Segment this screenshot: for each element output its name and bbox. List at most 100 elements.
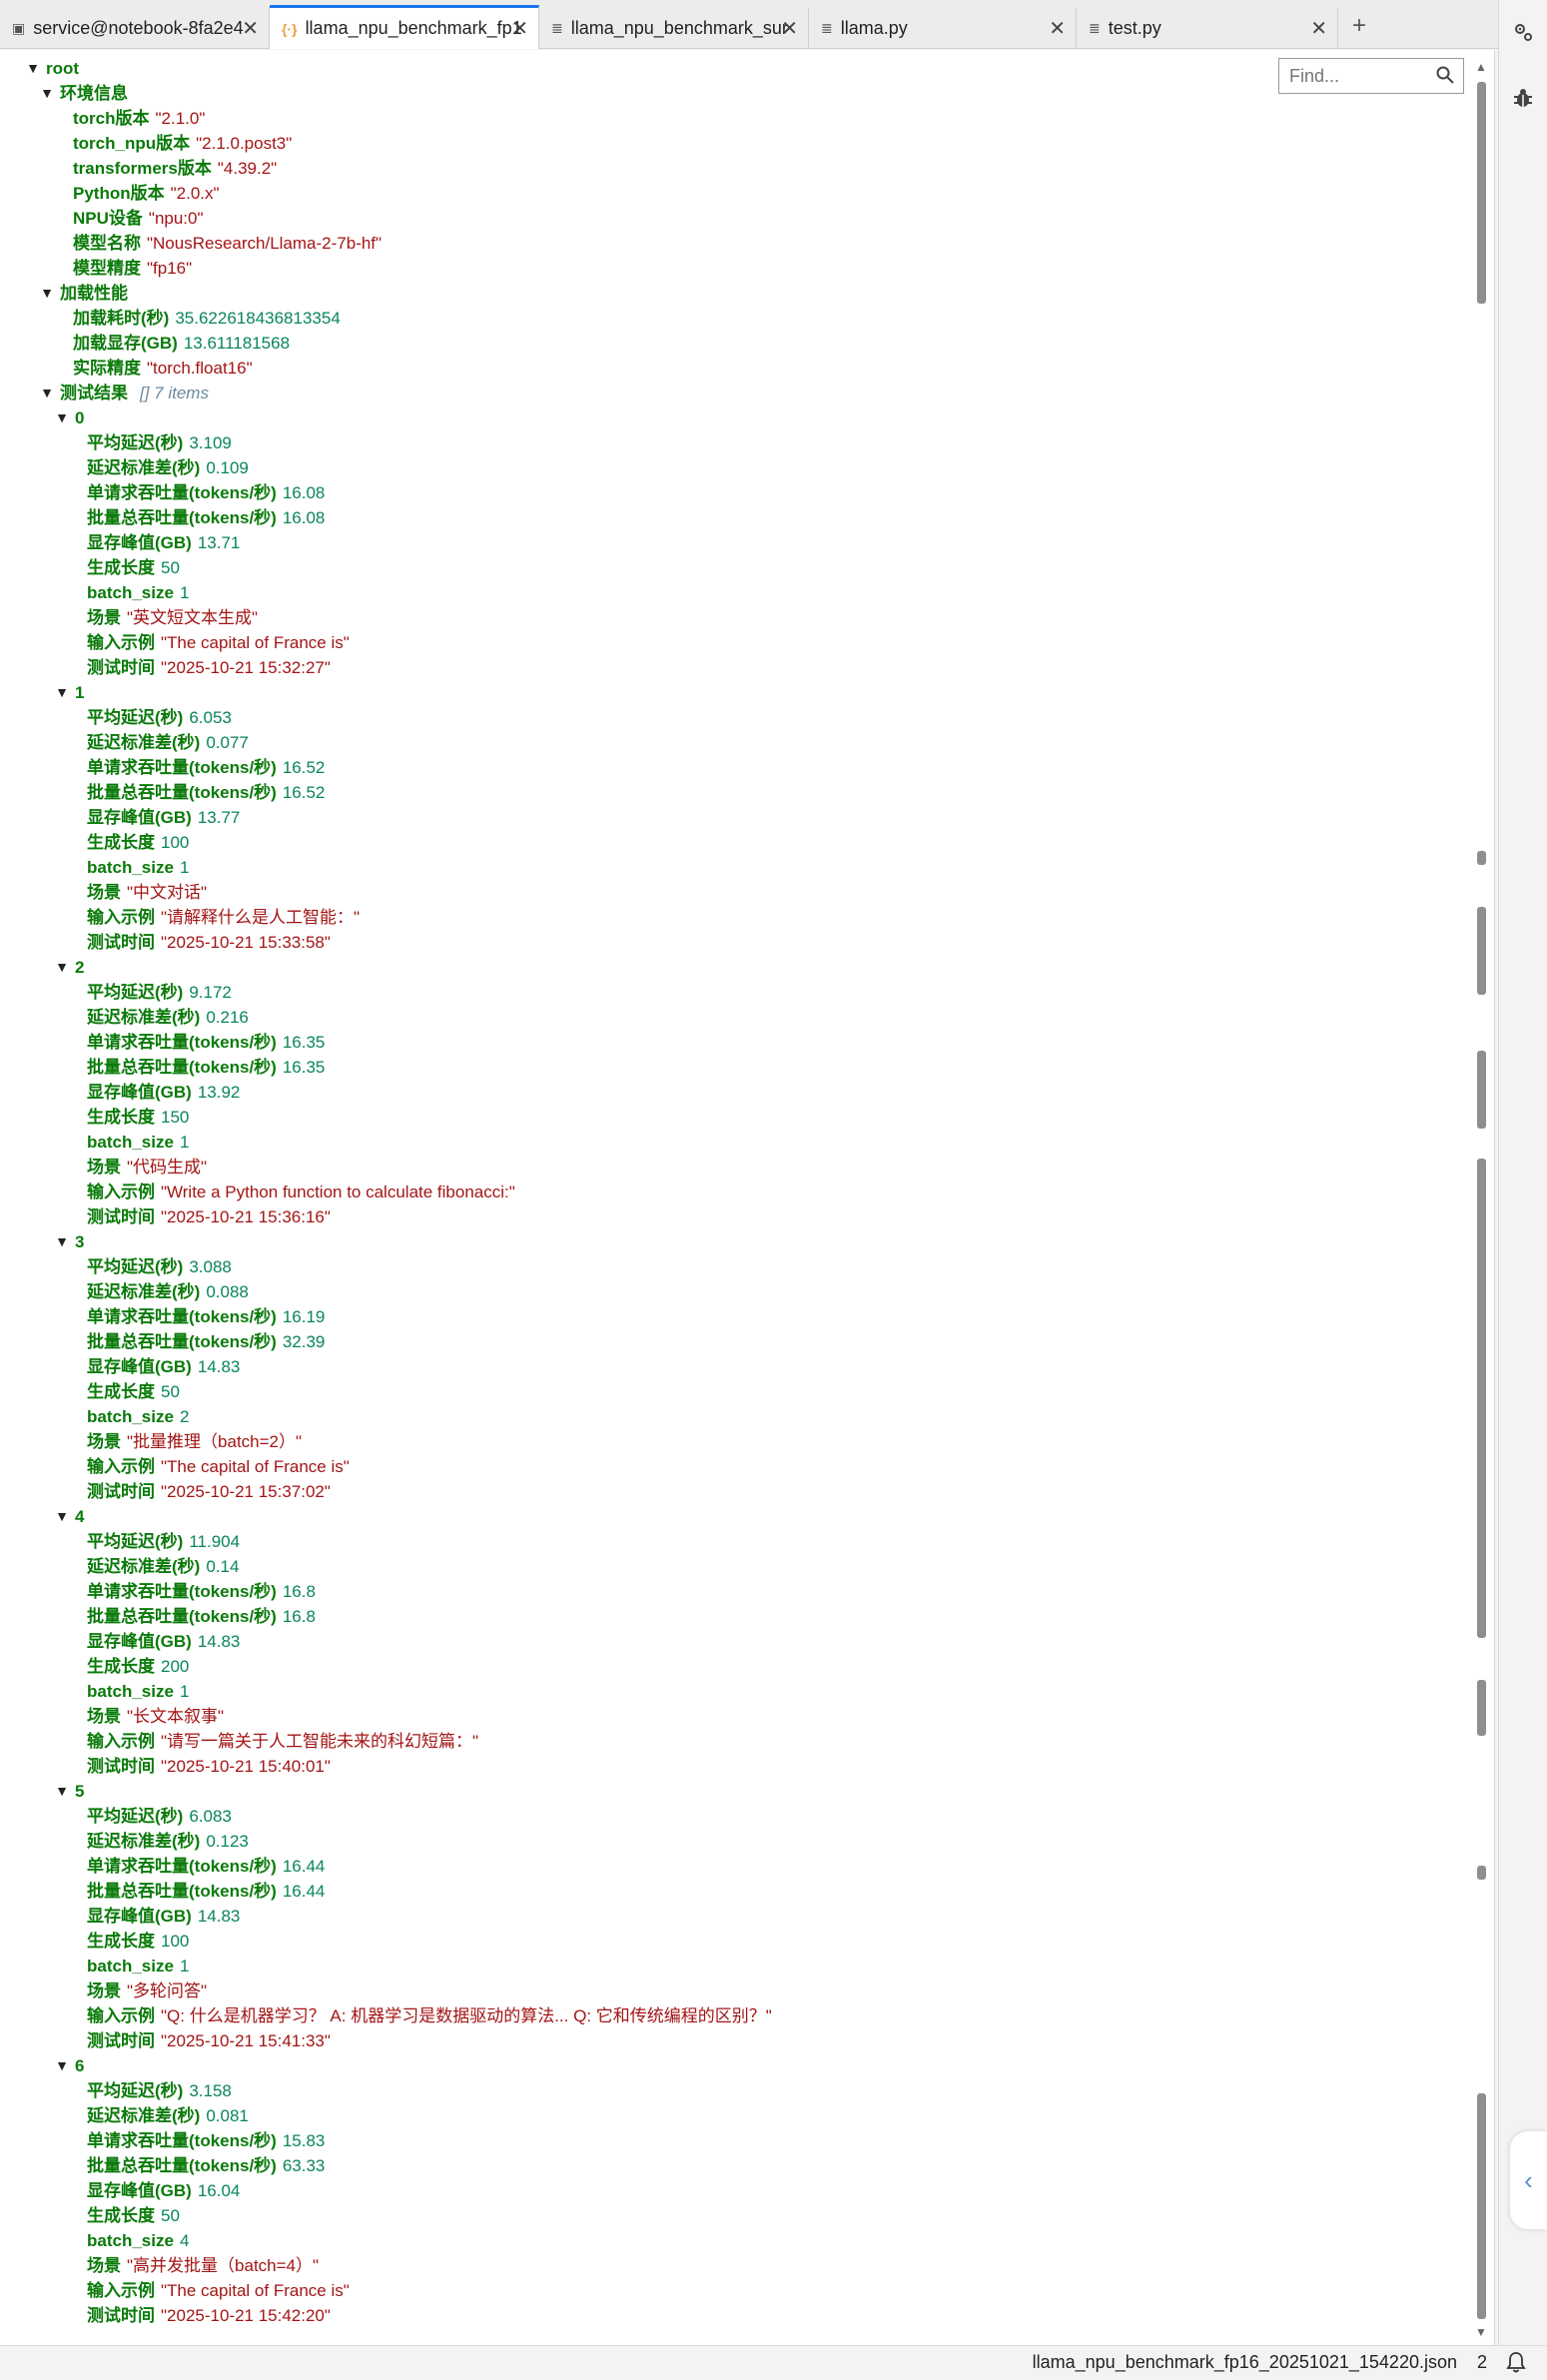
tree-row: 输入示例 "The capital of France is"	[0, 2278, 1458, 2303]
scrollbar-marker	[1477, 1051, 1486, 1129]
json-key: 显存峰值(GB)	[87, 1907, 192, 1926]
expand-caret-icon[interactable]: ▼	[40, 81, 54, 106]
search-icon[interactable]	[1435, 65, 1455, 85]
json-key: 模型精度	[73, 259, 141, 278]
json-string-value: "2025-10-21 15:36:16"	[161, 1207, 331, 1226]
tree-node-result-item[interactable]: ▼ 4	[0, 1504, 1458, 1529]
tree-row: torch_npu版本 "2.1.0.post3"	[0, 131, 1458, 156]
json-string-value: "torch.float16"	[147, 359, 253, 378]
tree-row: 单请求吞吐量(tokens/秒) 16.44	[0, 1854, 1458, 1879]
debug-bug-icon[interactable]	[1511, 86, 1535, 110]
tree-node-env[interactable]: ▼ 环境信息	[0, 81, 1458, 106]
tab-llama-py[interactable]: ≣ llama.py ✕	[809, 8, 1077, 48]
find-input[interactable]	[1287, 64, 1431, 88]
tree-row: 生成长度 100	[0, 1929, 1458, 1954]
tree-row: 延迟标准差(秒) 0.088	[0, 1279, 1458, 1304]
tree-node-root[interactable]: ▼ root	[0, 56, 1458, 81]
tree-row: 输入示例 "请解释什么是人工智能："	[0, 905, 1458, 930]
json-string-value: "2.1.0"	[155, 109, 206, 128]
json-number-value: 0.123	[206, 1832, 249, 1851]
tab-terminal[interactable]: ▣ service@notebook-8fa2e4 ✕	[0, 8, 270, 48]
tree-row: 输入示例 "The capital of France is"	[0, 1454, 1458, 1479]
tree-node-result-item[interactable]: ▼ 2	[0, 955, 1458, 980]
expand-caret-icon[interactable]: ▼	[40, 381, 54, 405]
tree-row: 显存峰值(GB) 16.04	[0, 2178, 1458, 2203]
json-key: 加载显存(GB)	[73, 334, 178, 353]
tree-row: 测试时间 "2025-10-21 15:42:20"	[0, 2303, 1458, 2328]
close-icon[interactable]: ✕	[1310, 16, 1327, 41]
json-key: 输入示例	[87, 1457, 155, 1476]
json-number-value: 16.08	[282, 483, 326, 502]
tree-node-result-item[interactable]: ▼ 0	[0, 405, 1458, 430]
close-icon[interactable]: ✕	[1049, 16, 1066, 41]
collapse-panel-chevron-icon[interactable]: ‹	[1510, 2131, 1547, 2229]
json-key: 环境信息	[60, 84, 128, 103]
tree-row: 生成长度 100	[0, 830, 1458, 855]
tab-test-py[interactable]: ≣ test.py ✕	[1077, 8, 1338, 48]
expand-caret-icon[interactable]: ▼	[40, 281, 54, 306]
scrollbar-thumb[interactable]	[1477, 82, 1486, 304]
tree-node-load[interactable]: ▼ 加载性能	[0, 281, 1458, 306]
json-string-value: "NousResearch/Llama-2-7b-hf"	[147, 234, 383, 253]
json-key: 生成长度	[87, 1108, 155, 1127]
tree-row: 显存峰值(GB) 14.83	[0, 1629, 1458, 1654]
json-number-value: 16.52	[282, 758, 326, 777]
json-key: 场景	[87, 2256, 121, 2275]
json-key: 显存峰值(GB)	[87, 533, 192, 552]
tab-label: test.py	[1108, 17, 1161, 38]
json-number-value: 13.611181568	[183, 334, 291, 353]
json-number-value: 15.83	[282, 2131, 326, 2150]
bell-icon[interactable]	[1505, 2351, 1527, 2373]
json-key: 批量总吞吐量(tokens/秒)	[87, 1607, 277, 1626]
expand-caret-icon[interactable]: ▼	[55, 2053, 69, 2078]
expand-caret-icon[interactable]: ▼	[55, 955, 69, 980]
json-key: transformers版本	[73, 159, 212, 178]
expand-caret-icon[interactable]: ▼	[26, 56, 40, 81]
tree-node-result-item[interactable]: ▼ 1	[0, 680, 1458, 705]
tree-row: 延迟标准差(秒) 0.14	[0, 1554, 1458, 1579]
scrollbar-marker	[1477, 1159, 1486, 1638]
json-number-value: 16.04	[197, 2181, 241, 2200]
tree-row: 延迟标准差(秒) 0.077	[0, 730, 1458, 755]
scroll-up-arrow-icon[interactable]: ▲	[1474, 60, 1488, 74]
tab-json-benchmark[interactable]: {·} llama_npu_benchmark_fp1 ✕	[270, 5, 539, 49]
expand-caret-icon[interactable]: ▼	[55, 1779, 69, 1804]
vertical-scrollbar[interactable]: ▲ ▼	[1474, 60, 1488, 2339]
tab-benchmark-summary[interactable]: ≣ llama_npu_benchmark_sur ✕	[539, 8, 809, 48]
json-key: 延迟标准差(秒)	[87, 733, 201, 752]
close-icon[interactable]: ✕	[511, 16, 528, 41]
tree-row: 实际精度 "torch.float16"	[0, 356, 1458, 381]
close-icon[interactable]: ✕	[781, 16, 798, 41]
tree-node-results[interactable]: ▼ 测试结果 [] 7 items	[0, 381, 1458, 405]
tree-node-result-item[interactable]: ▼ 6	[0, 2053, 1458, 2078]
json-key: 平均延迟(秒)	[87, 1257, 184, 1276]
json-string-value: "npu:0"	[148, 209, 204, 228]
expand-caret-icon[interactable]: ▼	[55, 405, 69, 430]
scrollbar-marker	[1477, 851, 1486, 865]
scroll-down-arrow-icon[interactable]: ▼	[1474, 2325, 1488, 2339]
json-number-value: 0.081	[206, 2106, 249, 2125]
json-number-value: 1	[179, 583, 190, 602]
json-key: batch_size	[87, 2231, 174, 2250]
tree-row: 单请求吞吐量(tokens/秒) 16.8	[0, 1579, 1458, 1604]
new-tab-button[interactable]: +	[1344, 8, 1374, 44]
json-number-value: 0.088	[206, 1282, 249, 1301]
tree-row: transformers版本 "4.39.2"	[0, 156, 1458, 181]
tree-row: 场景 "高并发批量（batch=4）"	[0, 2253, 1458, 2278]
settings-gear-icon[interactable]	[1511, 20, 1535, 44]
expand-caret-icon[interactable]: ▼	[55, 1229, 69, 1254]
json-key: 5	[75, 1782, 85, 1801]
json-tree: ▼ root ▼ 环境信息 torch版本 "2.1.0" torch_npu版本 "2.1.…	[0, 56, 1458, 2328]
find-box[interactable]	[1278, 58, 1464, 94]
json-number-value: 13.71	[197, 533, 241, 552]
json-key: 延迟标准差(秒)	[87, 2106, 201, 2125]
json-string-value: "2025-10-21 15:41:33"	[161, 2031, 331, 2050]
json-number-value: 14.83	[197, 1357, 241, 1376]
expand-caret-icon[interactable]: ▼	[55, 680, 69, 705]
tree-node-result-item[interactable]: ▼ 5	[0, 1779, 1458, 1804]
tree-node-result-item[interactable]: ▼ 3	[0, 1229, 1458, 1254]
close-icon[interactable]: ✕	[242, 16, 259, 41]
json-key: 单请求吞吐量(tokens/秒)	[87, 1033, 277, 1052]
expand-caret-icon[interactable]: ▼	[55, 1504, 69, 1529]
json-number-value: 200	[161, 1657, 190, 1676]
